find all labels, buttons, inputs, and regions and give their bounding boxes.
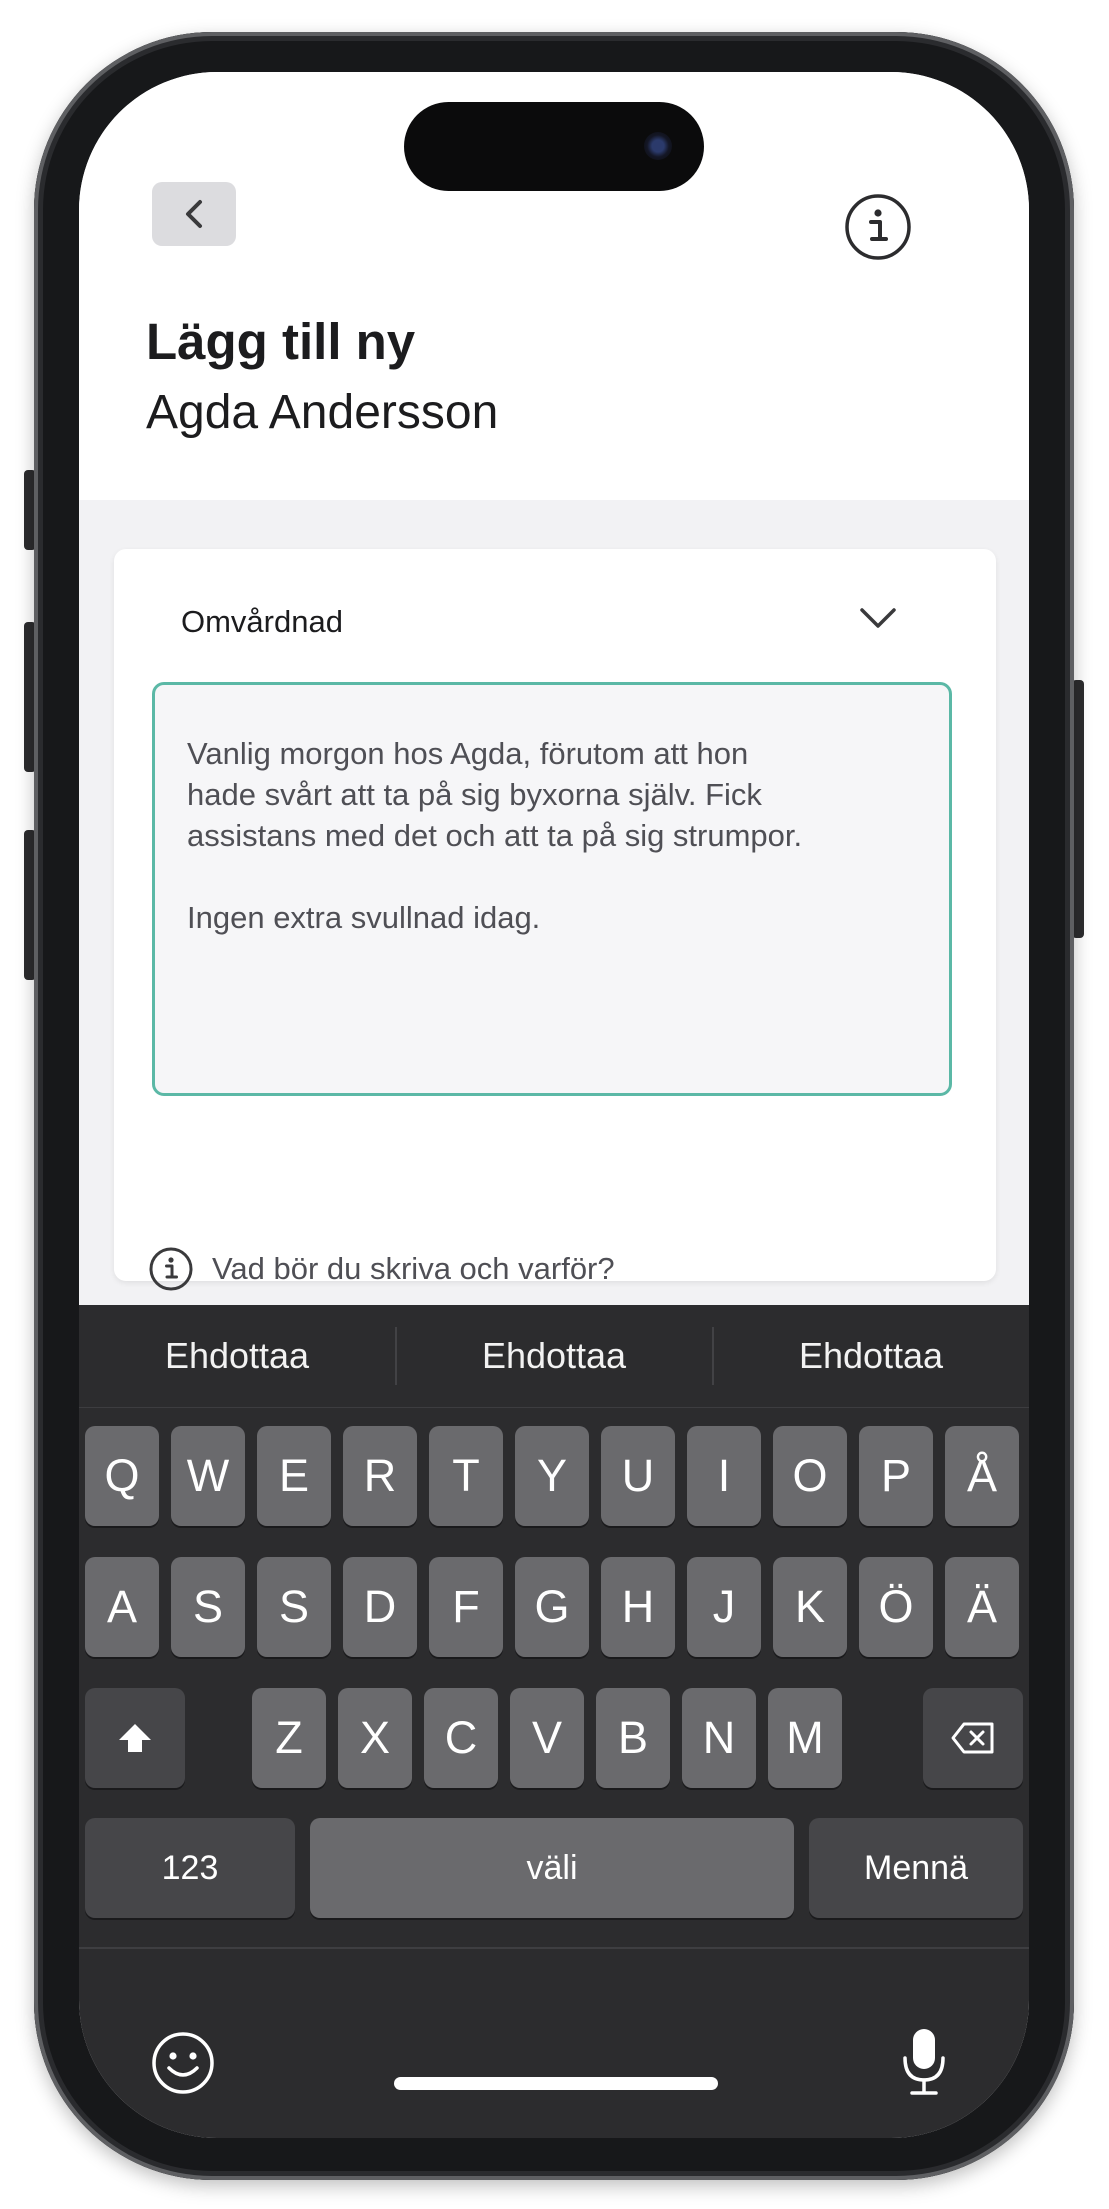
- space-key[interactable]: väli: [310, 1818, 794, 1918]
- suggestion-bar: Ehdottaa Ehdottaa Ehdottaa: [79, 1305, 1029, 1408]
- patient-name: Agda Andersson: [146, 386, 499, 439]
- key-o-umlaut[interactable]: Ö: [859, 1557, 933, 1657]
- key-w[interactable]: W: [171, 1426, 245, 1526]
- key-v[interactable]: V: [510, 1688, 584, 1788]
- camera-icon: [644, 132, 672, 160]
- chevron-down-icon: [860, 608, 896, 628]
- key-t[interactable]: T: [429, 1426, 503, 1526]
- chevron-left-icon: [186, 200, 202, 228]
- numbers-key[interactable]: 123: [85, 1818, 295, 1918]
- key-g[interactable]: G: [515, 1557, 589, 1657]
- keyboard: Ehdottaa Ehdottaa Ehdottaa Q W E R T Y U…: [79, 1305, 1029, 2138]
- backspace-key[interactable]: [923, 1688, 1023, 1788]
- help-link[interactable]: Vad bör du skriva och varför?: [148, 1246, 615, 1292]
- key-j[interactable]: J: [687, 1557, 761, 1657]
- key-c[interactable]: C: [424, 1688, 498, 1788]
- key-a[interactable]: A: [85, 1557, 159, 1657]
- category-label: Omvårdnad: [181, 604, 343, 639]
- key-u[interactable]: U: [601, 1426, 675, 1526]
- microphone-icon: [903, 2029, 945, 2095]
- key-a-umlaut[interactable]: Ä: [945, 1557, 1019, 1657]
- screen: Lägg till ny Agda Andersson Omvårdnad Va…: [79, 72, 1029, 2138]
- dictation-button[interactable]: [897, 2026, 951, 2098]
- key-f[interactable]: F: [429, 1557, 503, 1657]
- key-a-ring[interactable]: Å: [945, 1426, 1019, 1526]
- suggestion-item[interactable]: Ehdottaa: [396, 1305, 712, 1407]
- category-dropdown[interactable]: Omvårdnad: [114, 549, 996, 669]
- key-s[interactable]: S: [257, 1557, 331, 1657]
- key-k[interactable]: K: [773, 1557, 847, 1657]
- return-key[interactable]: Mennä: [809, 1818, 1023, 1918]
- help-link-label: Vad bör du skriva och varför?: [212, 1251, 615, 1286]
- key-e[interactable]: E: [257, 1426, 331, 1526]
- key-z[interactable]: Z: [252, 1688, 326, 1788]
- key-h[interactable]: H: [601, 1557, 675, 1657]
- note-textarea[interactable]: Vanlig morgon hos Agda, förutom att hon …: [152, 682, 952, 1096]
- shift-key[interactable]: [85, 1688, 185, 1788]
- journal-card: Omvårdnad Vanlig morgon hos Agda, föruto…: [114, 549, 996, 1291]
- suggestion-item[interactable]: Ehdottaa: [713, 1305, 1029, 1407]
- emoji-icon: [152, 2032, 214, 2094]
- key-y[interactable]: Y: [515, 1426, 589, 1526]
- backspace-icon: [951, 1722, 994, 1754]
- key-i[interactable]: I: [687, 1426, 761, 1526]
- key-b[interactable]: B: [596, 1688, 670, 1788]
- shift-icon: [119, 1724, 151, 1752]
- info-icon: [149, 1247, 193, 1291]
- keyboard-divider: [79, 1947, 1029, 1949]
- key-m[interactable]: M: [768, 1688, 842, 1788]
- home-indicator[interactable]: [394, 2077, 718, 2090]
- page-title: Lägg till ny: [146, 313, 416, 370]
- key-n[interactable]: N: [682, 1688, 756, 1788]
- key-x[interactable]: X: [338, 1688, 412, 1788]
- key-p[interactable]: P: [859, 1426, 933, 1526]
- suggestion-item[interactable]: Ehdottaa: [79, 1305, 395, 1407]
- info-button[interactable]: [844, 193, 912, 261]
- dynamic-island: [404, 102, 704, 191]
- info-icon: [845, 194, 911, 260]
- key-q[interactable]: Q: [85, 1426, 159, 1526]
- key-d[interactable]: D: [343, 1557, 417, 1657]
- back-button[interactable]: [152, 182, 236, 246]
- emoji-button[interactable]: [150, 2030, 216, 2096]
- key-s[interactable]: S: [171, 1557, 245, 1657]
- key-o[interactable]: O: [773, 1426, 847, 1526]
- key-r[interactable]: R: [343, 1426, 417, 1526]
